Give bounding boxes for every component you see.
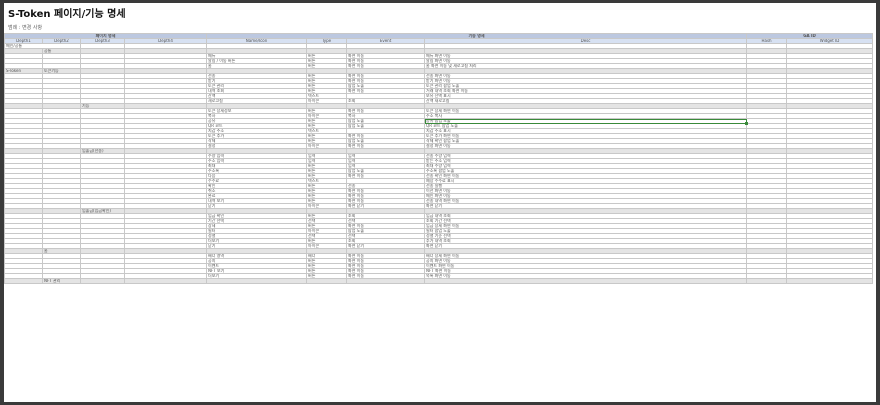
sheet-title: S-Token 페이지/기능 명세 (8, 9, 126, 20)
cell-desc[interactable] (424, 278, 748, 284)
spec-table: 페이지 명세 기능 명세 GA ID Depth1 Depth2 Depth3 … (4, 33, 874, 284)
cell-depth4[interactable] (123, 278, 208, 284)
cell-event[interactable] (346, 278, 426, 284)
fill-handle[interactable] (744, 121, 748, 125)
cell-depth3[interactable] (80, 278, 125, 284)
spreadsheet-window: S-Token 페이지/기능 명세 범례 : 변경 사항 페이지 명세 기능 명… (4, 3, 876, 402)
cell-name[interactable] (206, 278, 308, 284)
cell-depth2[interactable]: NFT 관리 (42, 278, 81, 284)
cell-widget-id[interactable] (786, 278, 874, 284)
cell-hash[interactable] (746, 278, 788, 284)
section-row: NFT 관리 (4, 278, 874, 284)
cell-type[interactable] (306, 278, 348, 284)
cell-depth1[interactable] (4, 278, 43, 284)
legend-note: 범례 : 변경 사항 (8, 25, 43, 31)
